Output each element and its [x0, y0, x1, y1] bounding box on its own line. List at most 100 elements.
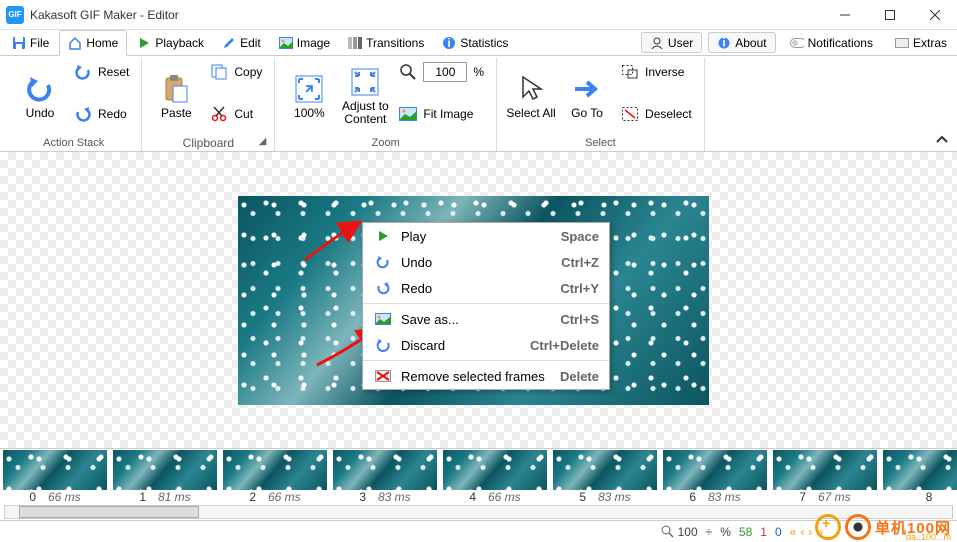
redo-label: Redo: [98, 107, 127, 121]
frame-thumb[interactable]: 5 83 ms: [550, 449, 660, 504]
image-icon: [279, 36, 293, 50]
next-all-button[interactable]: »: [816, 525, 823, 539]
minimize-button[interactable]: [822, 0, 867, 30]
fit-image-button[interactable]: Fit Image: [395, 102, 488, 126]
copy-label: Copy: [234, 65, 262, 79]
ctx-saveas-shortcut: Ctrl+S: [560, 312, 599, 327]
notifications-button[interactable]: Notifications: [782, 32, 881, 53]
extras-button[interactable]: Extras: [887, 32, 955, 53]
discard-icon: [373, 337, 393, 353]
status-nav-buttons: « ‹ › »: [790, 525, 823, 539]
prev-all-button[interactable]: «: [790, 525, 797, 539]
frame-duration: 83 ms: [378, 490, 411, 504]
home-icon: [68, 36, 82, 50]
frame-thumbnail-image: [663, 450, 767, 490]
inverse-button[interactable]: Inverse: [617, 60, 696, 84]
tab-statistics[interactable]: iStatistics: [434, 30, 516, 55]
tab-home-label: Home: [86, 36, 118, 50]
zoom-100-button[interactable]: 100%: [283, 60, 335, 132]
next-button[interactable]: ›: [808, 525, 812, 539]
about-label: About: [735, 36, 766, 50]
tab-playback-label: Playback: [155, 36, 204, 50]
status-divider: ÷: [706, 525, 713, 539]
save-icon: [12, 36, 26, 50]
frames-strip[interactable]: 0 66 ms 1 81 ms 2 66 ms 3 83 ms 4 66 ms …: [0, 448, 957, 504]
undo-icon: [24, 73, 56, 105]
status-count-red: 1: [760, 525, 767, 539]
about-button[interactable]: i About: [708, 32, 775, 53]
svg-text:i: i: [723, 37, 726, 49]
clipboard-launcher[interactable]: ◢: [259, 134, 267, 150]
magnifier-icon: [661, 525, 674, 538]
frame-thumb[interactable]: 8: [880, 449, 957, 504]
ctx-redo-label: Redo: [401, 281, 560, 296]
paste-button[interactable]: Paste: [150, 60, 202, 132]
tab-image[interactable]: Image: [271, 30, 338, 55]
ctx-separator: [363, 360, 609, 361]
deselect-button[interactable]: Deselect: [617, 102, 696, 126]
tab-home[interactable]: Home: [59, 30, 127, 56]
adjust-content-button[interactable]: Adjust to Content: [339, 60, 391, 132]
tab-image-label: Image: [297, 36, 330, 50]
ribbon: Undo Reset Redo Action Stack Paste Copy …: [0, 56, 957, 152]
frame-thumb[interactable]: 4 66 ms: [440, 449, 550, 504]
goto-button[interactable]: Go To: [561, 60, 613, 132]
reset-label: Reset: [98, 65, 129, 79]
goto-label: Go To: [571, 107, 603, 120]
zoom-input[interactable]: [423, 62, 467, 82]
deselect-icon: [621, 105, 639, 123]
frame-index: 5: [579, 490, 586, 504]
frame-thumbnail-image: [443, 450, 547, 490]
frame-thumb[interactable]: 7 67 ms: [770, 449, 880, 504]
ctx-undo[interactable]: UndoCtrl+Z: [363, 249, 609, 275]
frames-scrollbar[interactable]: [4, 505, 953, 519]
redo-button[interactable]: Redo: [70, 102, 133, 126]
tab-file[interactable]: File: [4, 30, 57, 55]
prev-button[interactable]: ‹: [800, 525, 804, 539]
frame-thumb[interactable]: 1 81 ms: [110, 449, 220, 504]
tab-edit-label: Edit: [240, 36, 261, 50]
select-all-button[interactable]: Select All: [505, 60, 557, 132]
paste-label: Paste: [161, 107, 192, 120]
frame-duration: 66 ms: [268, 490, 301, 504]
tab-transitions[interactable]: Transitions: [340, 30, 432, 55]
ctx-saveas[interactable]: Save as...Ctrl+S: [363, 306, 609, 332]
close-button[interactable]: [912, 0, 957, 30]
ctx-undo-label: Undo: [401, 255, 561, 270]
status-pct: %: [720, 525, 731, 539]
ctx-remove-label: Remove selected frames: [401, 369, 560, 384]
redo-icon: [373, 280, 393, 296]
expand-icon: [293, 73, 325, 105]
tab-file-label: File: [30, 36, 49, 50]
image-icon: [373, 311, 393, 327]
frame-thumb[interactable]: 6 83 ms: [660, 449, 770, 504]
tab-edit[interactable]: Edit: [214, 30, 269, 55]
reset-button[interactable]: Reset: [70, 60, 133, 84]
cut-button[interactable]: Cut: [206, 102, 266, 126]
cut-icon: [210, 105, 228, 123]
ctx-play-label: Play: [401, 229, 561, 244]
ctx-play[interactable]: PlaySpace: [363, 223, 609, 249]
collapse-ribbon-button[interactable]: [935, 131, 949, 147]
undo-button[interactable]: Undo: [14, 60, 66, 132]
ctx-remove-frames[interactable]: Remove selected framesDelete: [363, 363, 609, 389]
ctx-discard[interactable]: DiscardCtrl+Delete: [363, 332, 609, 358]
frame-thumb[interactable]: 0 66 ms: [0, 449, 110, 504]
title-bar: GIF Kakasoft GIF Maker - Editor: [0, 0, 957, 30]
copy-button[interactable]: Copy: [206, 60, 266, 84]
tab-playback[interactable]: Playback: [129, 30, 212, 55]
frame-thumbnail-image: [113, 450, 217, 490]
adjust-icon: [349, 66, 381, 98]
frame-thumb[interactable]: 3 83 ms: [330, 449, 440, 504]
status-zoom[interactable]: 100: [661, 525, 698, 539]
ctx-redo[interactable]: RedoCtrl+Y: [363, 275, 609, 301]
scrollbar-thumb[interactable]: [19, 506, 199, 518]
adjust-label: Adjust to Content: [339, 100, 391, 126]
maximize-button[interactable]: [867, 0, 912, 30]
user-button[interactable]: User: [641, 32, 702, 53]
play-icon: [137, 36, 151, 50]
play-icon: [373, 228, 393, 244]
svg-text:i: i: [448, 36, 451, 50]
frame-thumb[interactable]: 2 66 ms: [220, 449, 330, 504]
group-action-stack: Undo Reset Redo Action Stack: [6, 58, 142, 151]
